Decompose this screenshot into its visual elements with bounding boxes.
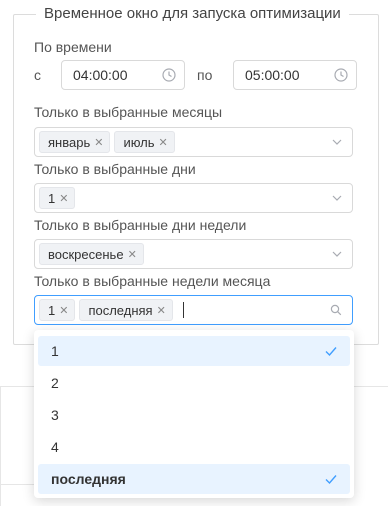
time-to-value: 05:00:00 (245, 67, 300, 83)
close-icon[interactable]: ✕ (59, 192, 68, 205)
clock-icon (334, 68, 348, 82)
background-divider (0, 386, 1, 506)
time-from-input[interactable]: 04:00:00 (61, 60, 185, 90)
check-icon (325, 347, 337, 357)
close-icon[interactable]: ✕ (128, 248, 137, 261)
close-icon[interactable]: ✕ (159, 136, 168, 149)
text-caret (182, 302, 184, 318)
fieldset-legend: Временное окно для запуска оптимизации (36, 5, 349, 22)
weekday-tag: воскресенье ✕ (39, 243, 144, 265)
from-label: с (34, 67, 41, 83)
time-from-value: 04:00:00 (73, 67, 128, 83)
month-weeks-dropdown: 1 2 3 4 последняя (34, 330, 354, 498)
chevron-down-icon[interactable] (331, 248, 343, 260)
dropdown-option[interactable]: 2 (38, 368, 350, 398)
month-tag: январь ✕ (39, 131, 111, 153)
time-to-input[interactable]: 05:00:00 (233, 60, 357, 90)
search-icon (330, 304, 342, 316)
month-week-tag: последняя ✕ (79, 299, 173, 321)
check-icon (325, 475, 337, 485)
dropdown-option[interactable]: последняя (38, 464, 350, 494)
clock-icon (162, 68, 176, 82)
day-tag: 1 ✕ (39, 187, 76, 209)
dropdown-option[interactable]: 4 (38, 432, 350, 462)
days-label: Только в выбранные дни (34, 161, 196, 177)
close-icon[interactable]: ✕ (94, 136, 103, 149)
month-weeks-label: Только в выбранные недели месяца (34, 273, 271, 289)
weekdays-select[interactable]: воскресенье ✕ (34, 239, 353, 269)
close-icon[interactable]: ✕ (157, 304, 166, 317)
time-label: По времени (34, 39, 112, 55)
weekdays-label: Только в выбранные дни недели (34, 217, 247, 233)
to-label: по (197, 67, 213, 83)
close-icon[interactable]: ✕ (59, 304, 68, 317)
months-select[interactable]: январь ✕ июль ✕ (34, 127, 353, 157)
chevron-down-icon[interactable] (331, 192, 343, 204)
month-weeks-select[interactable]: 1 ✕ последняя ✕ (34, 295, 353, 325)
dropdown-option[interactable]: 1 (38, 336, 350, 366)
dropdown-option[interactable]: 3 (38, 400, 350, 430)
month-week-tag: 1 ✕ (39, 299, 76, 321)
months-label: Только в выбранные месяцы (34, 104, 223, 120)
month-tag: июль ✕ (114, 131, 175, 153)
chevron-down-icon[interactable] (331, 136, 343, 148)
days-select[interactable]: 1 ✕ (34, 183, 353, 213)
